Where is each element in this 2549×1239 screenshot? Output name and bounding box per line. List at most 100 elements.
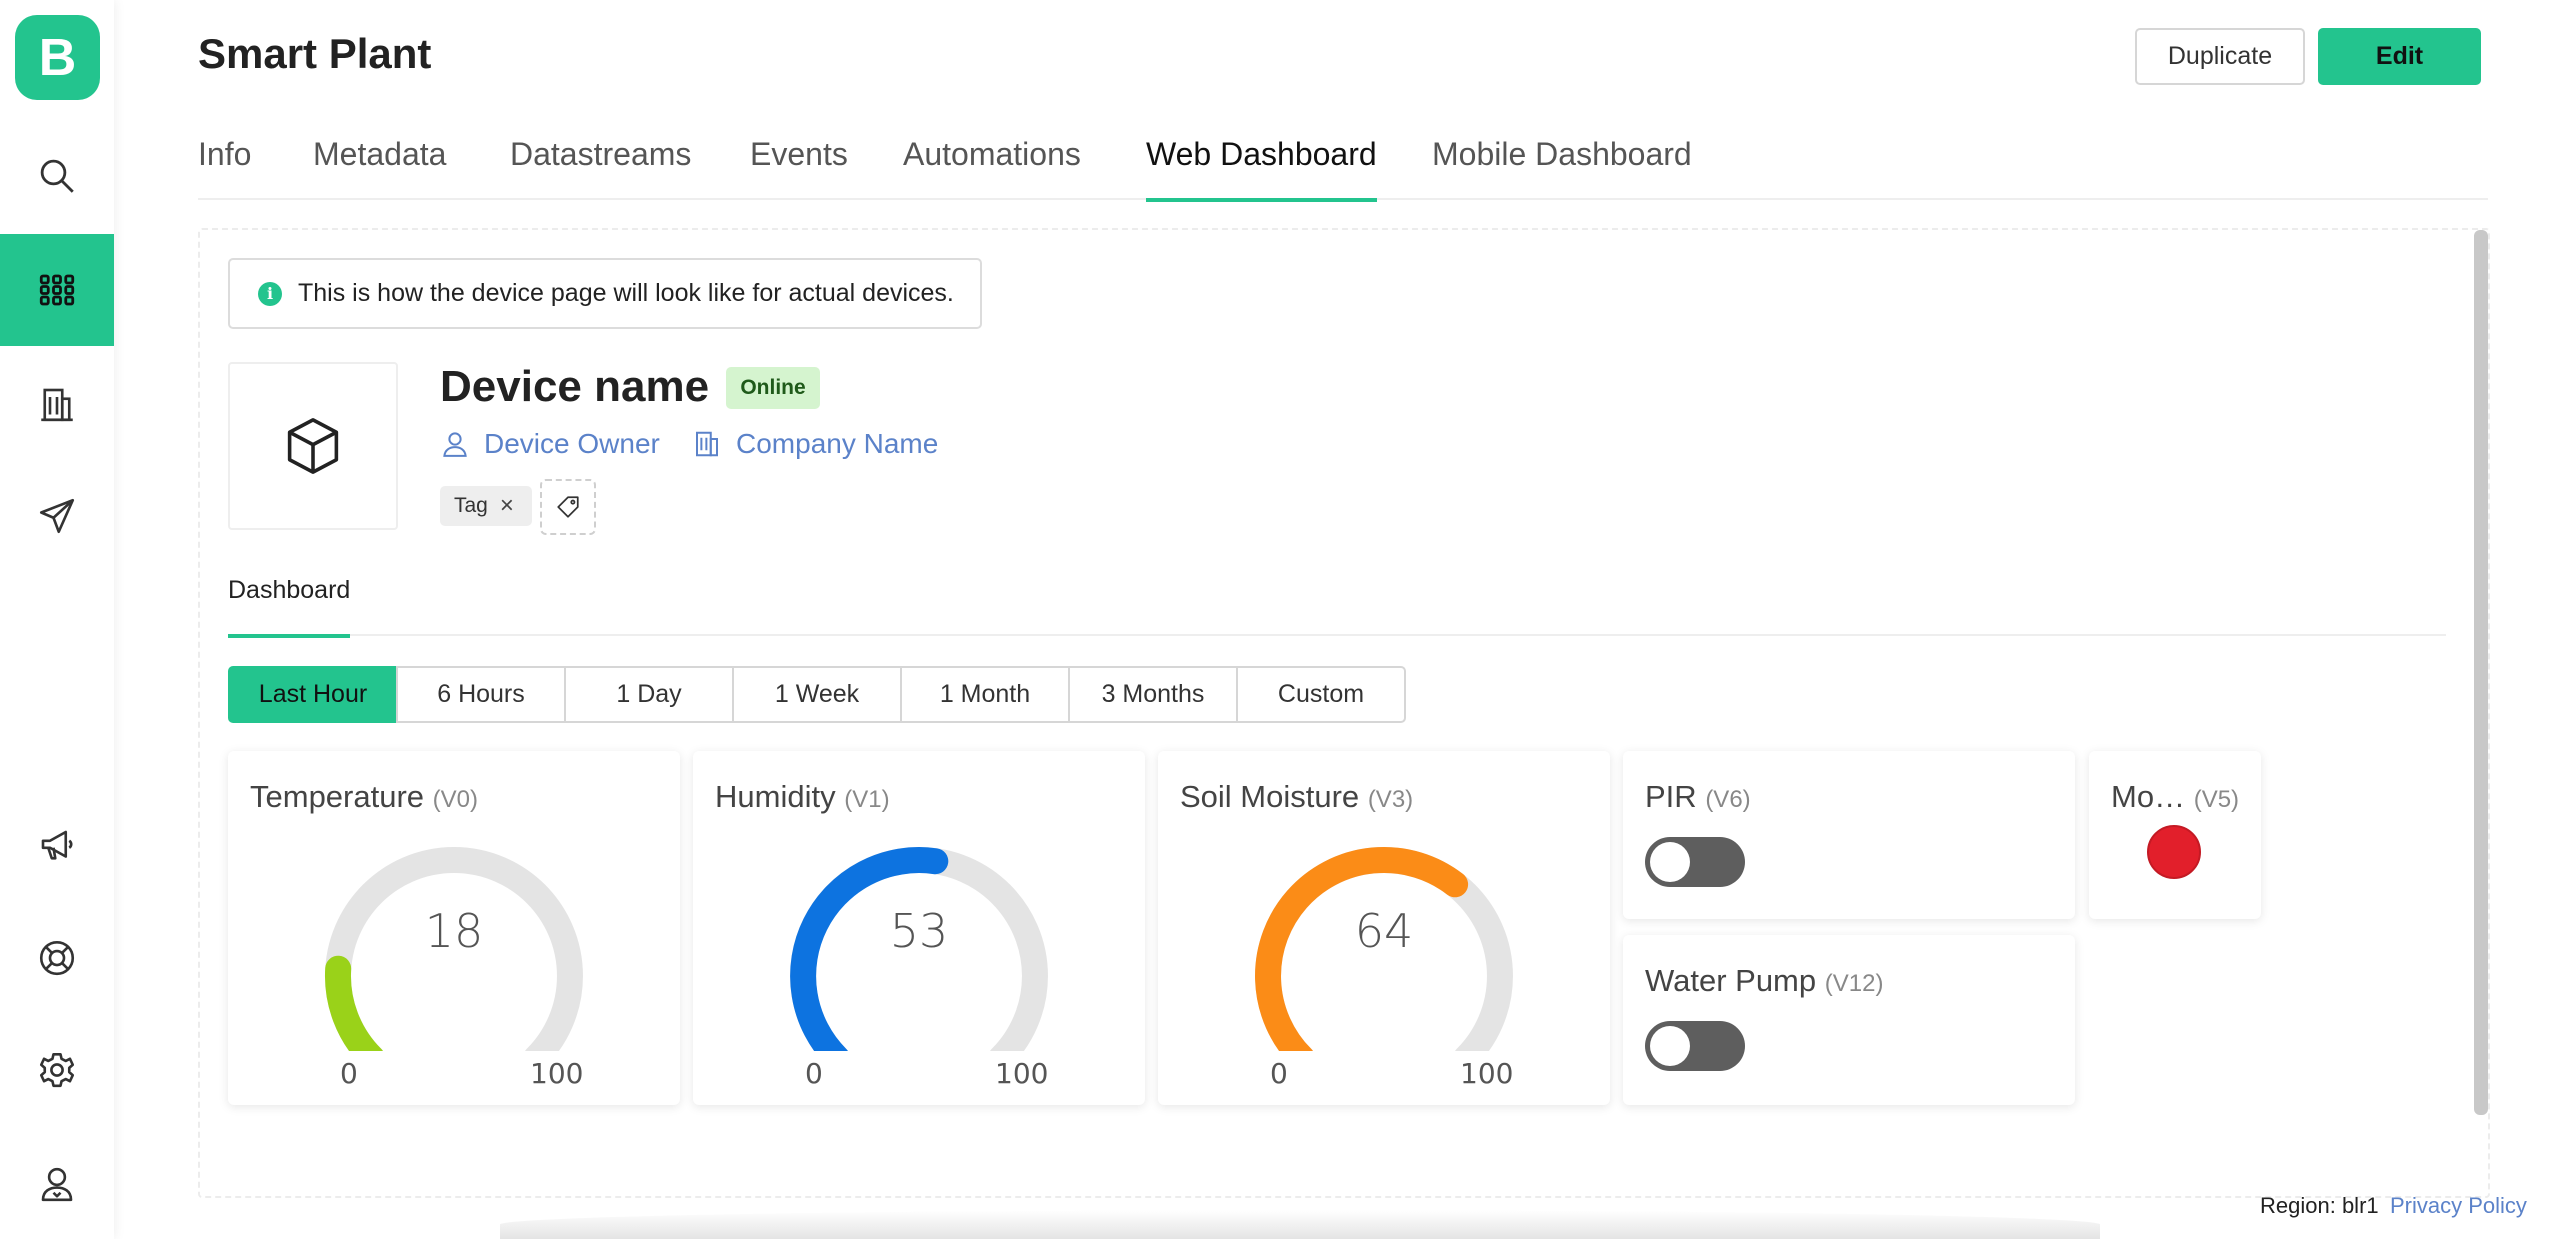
humidity-widget[interactable]: Humidity (V1) 53 0 100 bbox=[693, 751, 1145, 1105]
settings-nav-button[interactable] bbox=[0, 1014, 114, 1126]
led-indicator bbox=[2147, 825, 2201, 879]
device-image[interactable] bbox=[228, 362, 398, 530]
gauge-min: 0 bbox=[1270, 1057, 1288, 1090]
gauge-min: 0 bbox=[340, 1057, 358, 1090]
paper-plane-icon bbox=[39, 498, 75, 534]
temperature-widget[interactable]: Temperature (V0) 18 0 100 bbox=[228, 751, 680, 1105]
tab-dashboard[interactable]: Dashboard bbox=[228, 576, 351, 638]
profile-nav-button[interactable] bbox=[0, 1128, 114, 1239]
soil-moisture-widget[interactable]: Soil Moisture (V3) 64 0 100 bbox=[1158, 751, 1610, 1105]
gauge-min: 0 bbox=[805, 1057, 823, 1090]
widget-title: Water Pump (V12) bbox=[1645, 963, 1883, 999]
privacy-policy-link[interactable]: Privacy Policy bbox=[2390, 1193, 2527, 1219]
edit-button[interactable]: Edit bbox=[2318, 28, 2481, 85]
tab-metadata[interactable]: Metadata bbox=[313, 136, 446, 200]
info-icon: i bbox=[258, 281, 282, 306]
tab-web-dashboard[interactable]: Web Dashboard bbox=[1146, 136, 1377, 202]
remove-tag-icon[interactable]: × bbox=[500, 492, 514, 520]
tag-label: Tag bbox=[454, 494, 488, 517]
tab-automations[interactable]: Automations bbox=[903, 136, 1081, 200]
motion-led-widget[interactable]: Mo… (V5) bbox=[2089, 751, 2261, 919]
dashboard-tabs: Dashboard bbox=[228, 576, 2446, 638]
range-6-hours[interactable]: 6 Hours bbox=[396, 666, 566, 723]
pir-switch[interactable] bbox=[1645, 837, 1745, 887]
time-range-selector: Last Hour 6 Hours 1 Day 1 Week 1 Month 3… bbox=[228, 666, 1406, 723]
sidebar: B bbox=[0, 0, 114, 1239]
pir-widget[interactable]: PIR (V6) bbox=[1623, 751, 2075, 919]
widget-title-text: Temperature bbox=[250, 779, 425, 814]
gauge-max: 100 bbox=[1460, 1057, 1514, 1090]
widget-pin: (V0) bbox=[432, 786, 478, 813]
duplicate-button[interactable]: Duplicate bbox=[2135, 28, 2305, 85]
widget-pin: (V5) bbox=[2193, 786, 2240, 813]
templates-nav-button[interactable] bbox=[0, 234, 114, 346]
gauge-value-arc bbox=[324, 955, 383, 1051]
widget-pin: (V3) bbox=[1367, 786, 1414, 813]
switch-knob bbox=[1650, 842, 1690, 882]
organizations-nav-button[interactable] bbox=[0, 348, 114, 460]
megaphone-icon bbox=[41, 830, 73, 860]
region-label: Region: blr1 bbox=[2260, 1193, 2379, 1218]
user-badge-icon bbox=[41, 1167, 73, 1202]
widget-title-text: Humidity bbox=[715, 779, 836, 814]
range-1-month[interactable]: 1 Month bbox=[900, 666, 1070, 723]
gear-icon bbox=[39, 1052, 75, 1088]
company-name-label: Company Name bbox=[736, 428, 939, 459]
gauge-max: 100 bbox=[995, 1057, 1049, 1090]
range-last-hour[interactable]: Last Hour bbox=[228, 666, 398, 723]
template-tabs: Info Metadata Datastreams Events Automat… bbox=[198, 136, 2488, 202]
widget-title-text: Water Pump bbox=[1645, 963, 1817, 998]
range-3-months[interactable]: 3 Months bbox=[1068, 666, 1238, 723]
help-nav-button[interactable] bbox=[0, 902, 114, 1014]
company-name-link[interactable]: Company Name bbox=[692, 428, 938, 460]
tab-info[interactable]: Info bbox=[198, 136, 251, 200]
widget-title: Humidity (V1) bbox=[715, 779, 890, 815]
gauge-value: 64 bbox=[1354, 904, 1414, 958]
logo-letter: B bbox=[38, 28, 77, 87]
bottom-shadow bbox=[500, 1210, 2100, 1239]
device-owner-label: Device Owner bbox=[484, 428, 660, 459]
widget-title: Temperature (V0) bbox=[250, 779, 478, 815]
building-icon bbox=[41, 388, 73, 422]
user-icon bbox=[443, 432, 467, 457]
device-owner-link[interactable]: Device Owner bbox=[440, 428, 660, 460]
status-badge: Online bbox=[726, 367, 820, 409]
app-logo[interactable]: B bbox=[15, 15, 100, 100]
preview-scrollbar[interactable] bbox=[2474, 230, 2488, 1115]
device-name: Device name bbox=[440, 362, 710, 411]
announcements-nav-button[interactable] bbox=[0, 790, 114, 902]
lifebuoy-icon bbox=[39, 940, 75, 976]
widget-pin: (V1) bbox=[844, 786, 890, 813]
tab-datastreams[interactable]: Datastreams bbox=[510, 136, 691, 200]
messages-nav-button[interactable] bbox=[0, 460, 114, 572]
widget-title: Mo… (V5) bbox=[2111, 779, 2256, 815]
tag-icon bbox=[557, 496, 579, 518]
cube-icon bbox=[287, 418, 339, 474]
add-tag-button[interactable] bbox=[540, 479, 596, 535]
range-custom[interactable]: Custom bbox=[1236, 666, 1406, 723]
widget-title: Soil Moisture (V3) bbox=[1180, 779, 1413, 815]
page-title: Smart Plant bbox=[198, 30, 432, 77]
widget-pin: (V6) bbox=[1705, 786, 1751, 813]
gauge-value: 18 bbox=[424, 904, 484, 958]
widget-title-text: Soil Moisture bbox=[1180, 779, 1360, 814]
widget-pin: (V12) bbox=[1824, 970, 1884, 997]
notice-text: This is how the device page will look li… bbox=[298, 279, 954, 307]
widget-title: PIR (V6) bbox=[1645, 779, 1751, 815]
preview-notice: i This is how the device page will look … bbox=[228, 258, 982, 329]
switch-knob bbox=[1650, 1026, 1690, 1066]
building-icon bbox=[696, 431, 718, 457]
range-1-day[interactable]: 1 Day bbox=[564, 666, 734, 723]
water-pump-switch[interactable] bbox=[1645, 1021, 1745, 1071]
search-nav-button[interactable] bbox=[0, 120, 114, 232]
device-tag: Tag × bbox=[440, 486, 532, 526]
search-icon bbox=[40, 159, 74, 193]
tab-mobile-dashboard[interactable]: Mobile Dashboard bbox=[1432, 136, 1692, 200]
water-pump-widget[interactable]: Water Pump (V12) bbox=[1623, 935, 2075, 1105]
widget-title-text: PIR bbox=[1645, 779, 1697, 814]
widget-title-text: Mo… bbox=[2111, 779, 2186, 814]
tab-events[interactable]: Events bbox=[750, 136, 848, 200]
grid-icon bbox=[39, 274, 75, 306]
range-1-week[interactable]: 1 Week bbox=[732, 666, 902, 723]
gauge-max: 100 bbox=[530, 1057, 584, 1090]
